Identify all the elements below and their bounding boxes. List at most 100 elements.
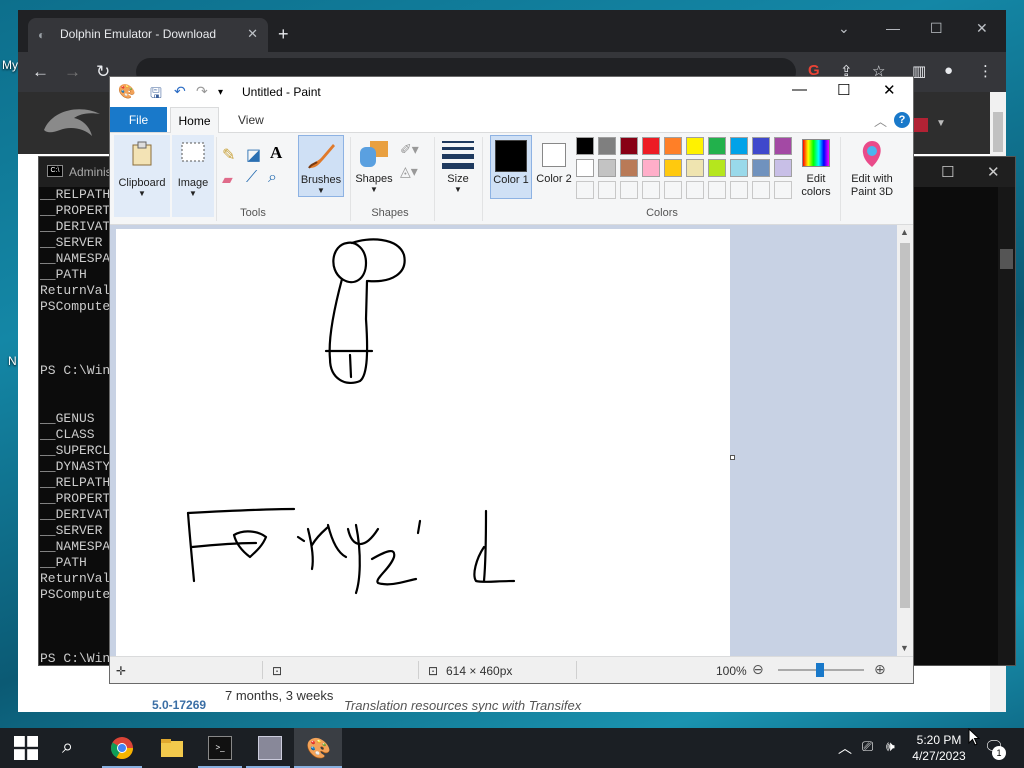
palette-custom-slot[interactable] xyxy=(664,181,682,199)
drawing-canvas[interactable] xyxy=(116,229,730,656)
tab-file[interactable]: File xyxy=(110,107,167,132)
paint-maximize-button[interactable]: ☐ xyxy=(837,81,850,99)
close-tab-icon[interactable]: ✕ xyxy=(247,26,258,42)
palette-color-swatch[interactable] xyxy=(708,137,726,155)
side-panel-icon[interactable]: ▥ xyxy=(912,62,926,80)
palette-custom-slot[interactable] xyxy=(576,181,594,199)
search-icon[interactable]: ⌕ xyxy=(62,736,86,760)
chrome-taskbar-icon[interactable] xyxy=(110,736,134,760)
chrome-maximize-button[interactable]: ☐ xyxy=(930,20,943,37)
redo-icon[interactable]: ↷ xyxy=(196,83,208,100)
palette-color-swatch[interactable] xyxy=(642,159,660,177)
eraser-icon[interactable]: ▰ xyxy=(222,171,233,188)
zoom-slider[interactable] xyxy=(778,663,864,677)
chrome-menu-icon[interactable]: ⋮ xyxy=(978,62,993,80)
chrome-close-button[interactable]: ✕ xyxy=(976,20,988,37)
fill-icon[interactable]: ◪ xyxy=(246,145,261,165)
palette-custom-slot[interactable] xyxy=(752,181,770,199)
edit-paint3d-button[interactable]: Edit with Paint 3D xyxy=(844,135,900,199)
zoom-in-icon[interactable]: ⊕ xyxy=(874,661,886,678)
palette-color-swatch[interactable] xyxy=(598,159,616,177)
palette-color-swatch[interactable] xyxy=(598,137,616,155)
edit-colors-button[interactable]: Edit colors xyxy=(796,135,836,199)
paint-close-button[interactable]: ✕ xyxy=(883,81,896,99)
palette-color-swatch[interactable] xyxy=(708,159,726,177)
language-dropdown-icon[interactable]: ▼ xyxy=(936,118,946,129)
palette-custom-slot[interactable] xyxy=(774,181,792,199)
palette-color-swatch[interactable] xyxy=(752,137,770,155)
palette-color-swatch[interactable] xyxy=(576,159,594,177)
help-icon[interactable]: ? xyxy=(894,112,910,128)
canvas-scroll-thumb[interactable] xyxy=(900,243,910,608)
palette-color-swatch[interactable] xyxy=(576,137,594,155)
palette-custom-slot[interactable] xyxy=(598,181,616,199)
shape-fill-icon[interactable]: ◬▾ xyxy=(400,163,418,180)
size-button[interactable]: Size ▼ xyxy=(440,135,476,197)
powershell-scrollbar[interactable] xyxy=(998,187,1015,665)
powershell-taskbar-icon[interactable]: >_ xyxy=(208,736,232,760)
dolphin-logo-icon[interactable] xyxy=(40,100,104,144)
palette-custom-slot[interactable] xyxy=(686,181,704,199)
palette-custom-slot[interactable] xyxy=(730,181,748,199)
palette-color-swatch[interactable] xyxy=(620,137,638,155)
palette-color-swatch[interactable] xyxy=(686,159,704,177)
chrome-tab-dolphin[interactable]: ◐ Dolphin Emulator - Download ✕ xyxy=(28,18,268,52)
palette-color-swatch[interactable] xyxy=(774,159,792,177)
magnifier-icon[interactable]: ⌕ xyxy=(268,169,277,187)
undo-icon[interactable]: ↶ xyxy=(174,83,186,100)
palette-color-swatch[interactable] xyxy=(774,137,792,155)
palette-color-swatch[interactable] xyxy=(620,159,638,177)
canvas-resize-handle[interactable] xyxy=(730,455,735,460)
palette-custom-slot[interactable] xyxy=(620,181,638,199)
color2-button[interactable]: Color 2 xyxy=(534,135,574,199)
color1-button[interactable]: Color 1 xyxy=(490,135,532,199)
palette-color-swatch[interactable] xyxy=(642,137,660,155)
tab-view[interactable]: View xyxy=(238,113,264,127)
paint-taskbar-active[interactable]: 🎨 xyxy=(294,728,342,768)
palette-color-swatch[interactable] xyxy=(664,137,682,155)
palette-color-swatch[interactable] xyxy=(686,137,704,155)
paint-titlebar[interactable]: 🎨 🖫 ↶ ↷ ▾ Untitled - Paint — ☐ ✕ xyxy=(110,77,913,107)
powershell-scroll-thumb[interactable] xyxy=(1000,249,1013,269)
palette-custom-slot[interactable] xyxy=(642,181,660,199)
clipboard-button[interactable]: Clipboard ▼ xyxy=(114,135,170,217)
show-hidden-icons[interactable]: ︿ xyxy=(838,738,852,758)
clock[interactable]: 5:20 PM 4/27/2023 xyxy=(912,732,966,764)
language-flag-icon[interactable] xyxy=(914,118,928,132)
palette-color-swatch[interactable] xyxy=(730,137,748,155)
scroll-up-icon[interactable]: ▲ xyxy=(900,227,909,237)
palette-color-swatch[interactable] xyxy=(664,159,682,177)
site-scroll-thumb[interactable] xyxy=(993,112,1003,152)
paint-minimize-button[interactable]: — xyxy=(792,81,807,98)
shapes-button[interactable]: Shapes ▼ xyxy=(354,135,394,197)
profile-icon[interactable]: ● xyxy=(944,62,953,79)
chrome-tab-search-icon[interactable]: ⌄ xyxy=(838,20,850,37)
back-button[interactable]: ← xyxy=(32,62,49,82)
start-windows-icon[interactable] xyxy=(14,736,38,760)
palette-color-swatch[interactable] xyxy=(730,159,748,177)
powershell-maximize-button[interactable]: ☐ xyxy=(941,163,954,181)
zoom-out-icon[interactable]: ⊖ xyxy=(752,661,764,678)
text-icon[interactable]: A xyxy=(270,143,282,163)
brushes-button[interactable]: Brushes ▼ xyxy=(298,135,344,197)
build-version-link[interactable]: 5.0-17269 xyxy=(152,698,206,712)
outline-icon[interactable]: ✐▾ xyxy=(400,141,419,158)
file-explorer-icon[interactable] xyxy=(160,736,184,760)
canvas-vertical-scrollbar[interactable]: ▲ ▼ xyxy=(897,225,913,656)
zoom-slider-thumb[interactable] xyxy=(816,663,824,677)
collapse-ribbon-icon[interactable]: ︿ xyxy=(874,111,887,130)
network-icon[interactable]: ⎚ xyxy=(862,738,873,755)
app-taskbar-icon[interactable] xyxy=(258,736,282,760)
powershell-close-button[interactable]: ✕ xyxy=(987,163,1000,181)
image-button[interactable]: Image ▼ xyxy=(172,135,214,217)
customize-qat-icon[interactable]: ▾ xyxy=(218,87,223,98)
palette-color-swatch[interactable] xyxy=(752,159,770,177)
new-tab-button[interactable]: + xyxy=(278,24,289,45)
scroll-down-icon[interactable]: ▼ xyxy=(900,643,909,653)
chrome-minimize-button[interactable]: — xyxy=(886,20,900,36)
pencil-icon[interactable]: ✎ xyxy=(222,145,235,165)
forward-button[interactable]: → xyxy=(64,62,81,82)
save-icon[interactable]: 🖫 xyxy=(150,83,162,107)
tab-home[interactable]: Home xyxy=(170,107,219,133)
color-picker-icon[interactable]: ⟋ xyxy=(246,169,257,187)
